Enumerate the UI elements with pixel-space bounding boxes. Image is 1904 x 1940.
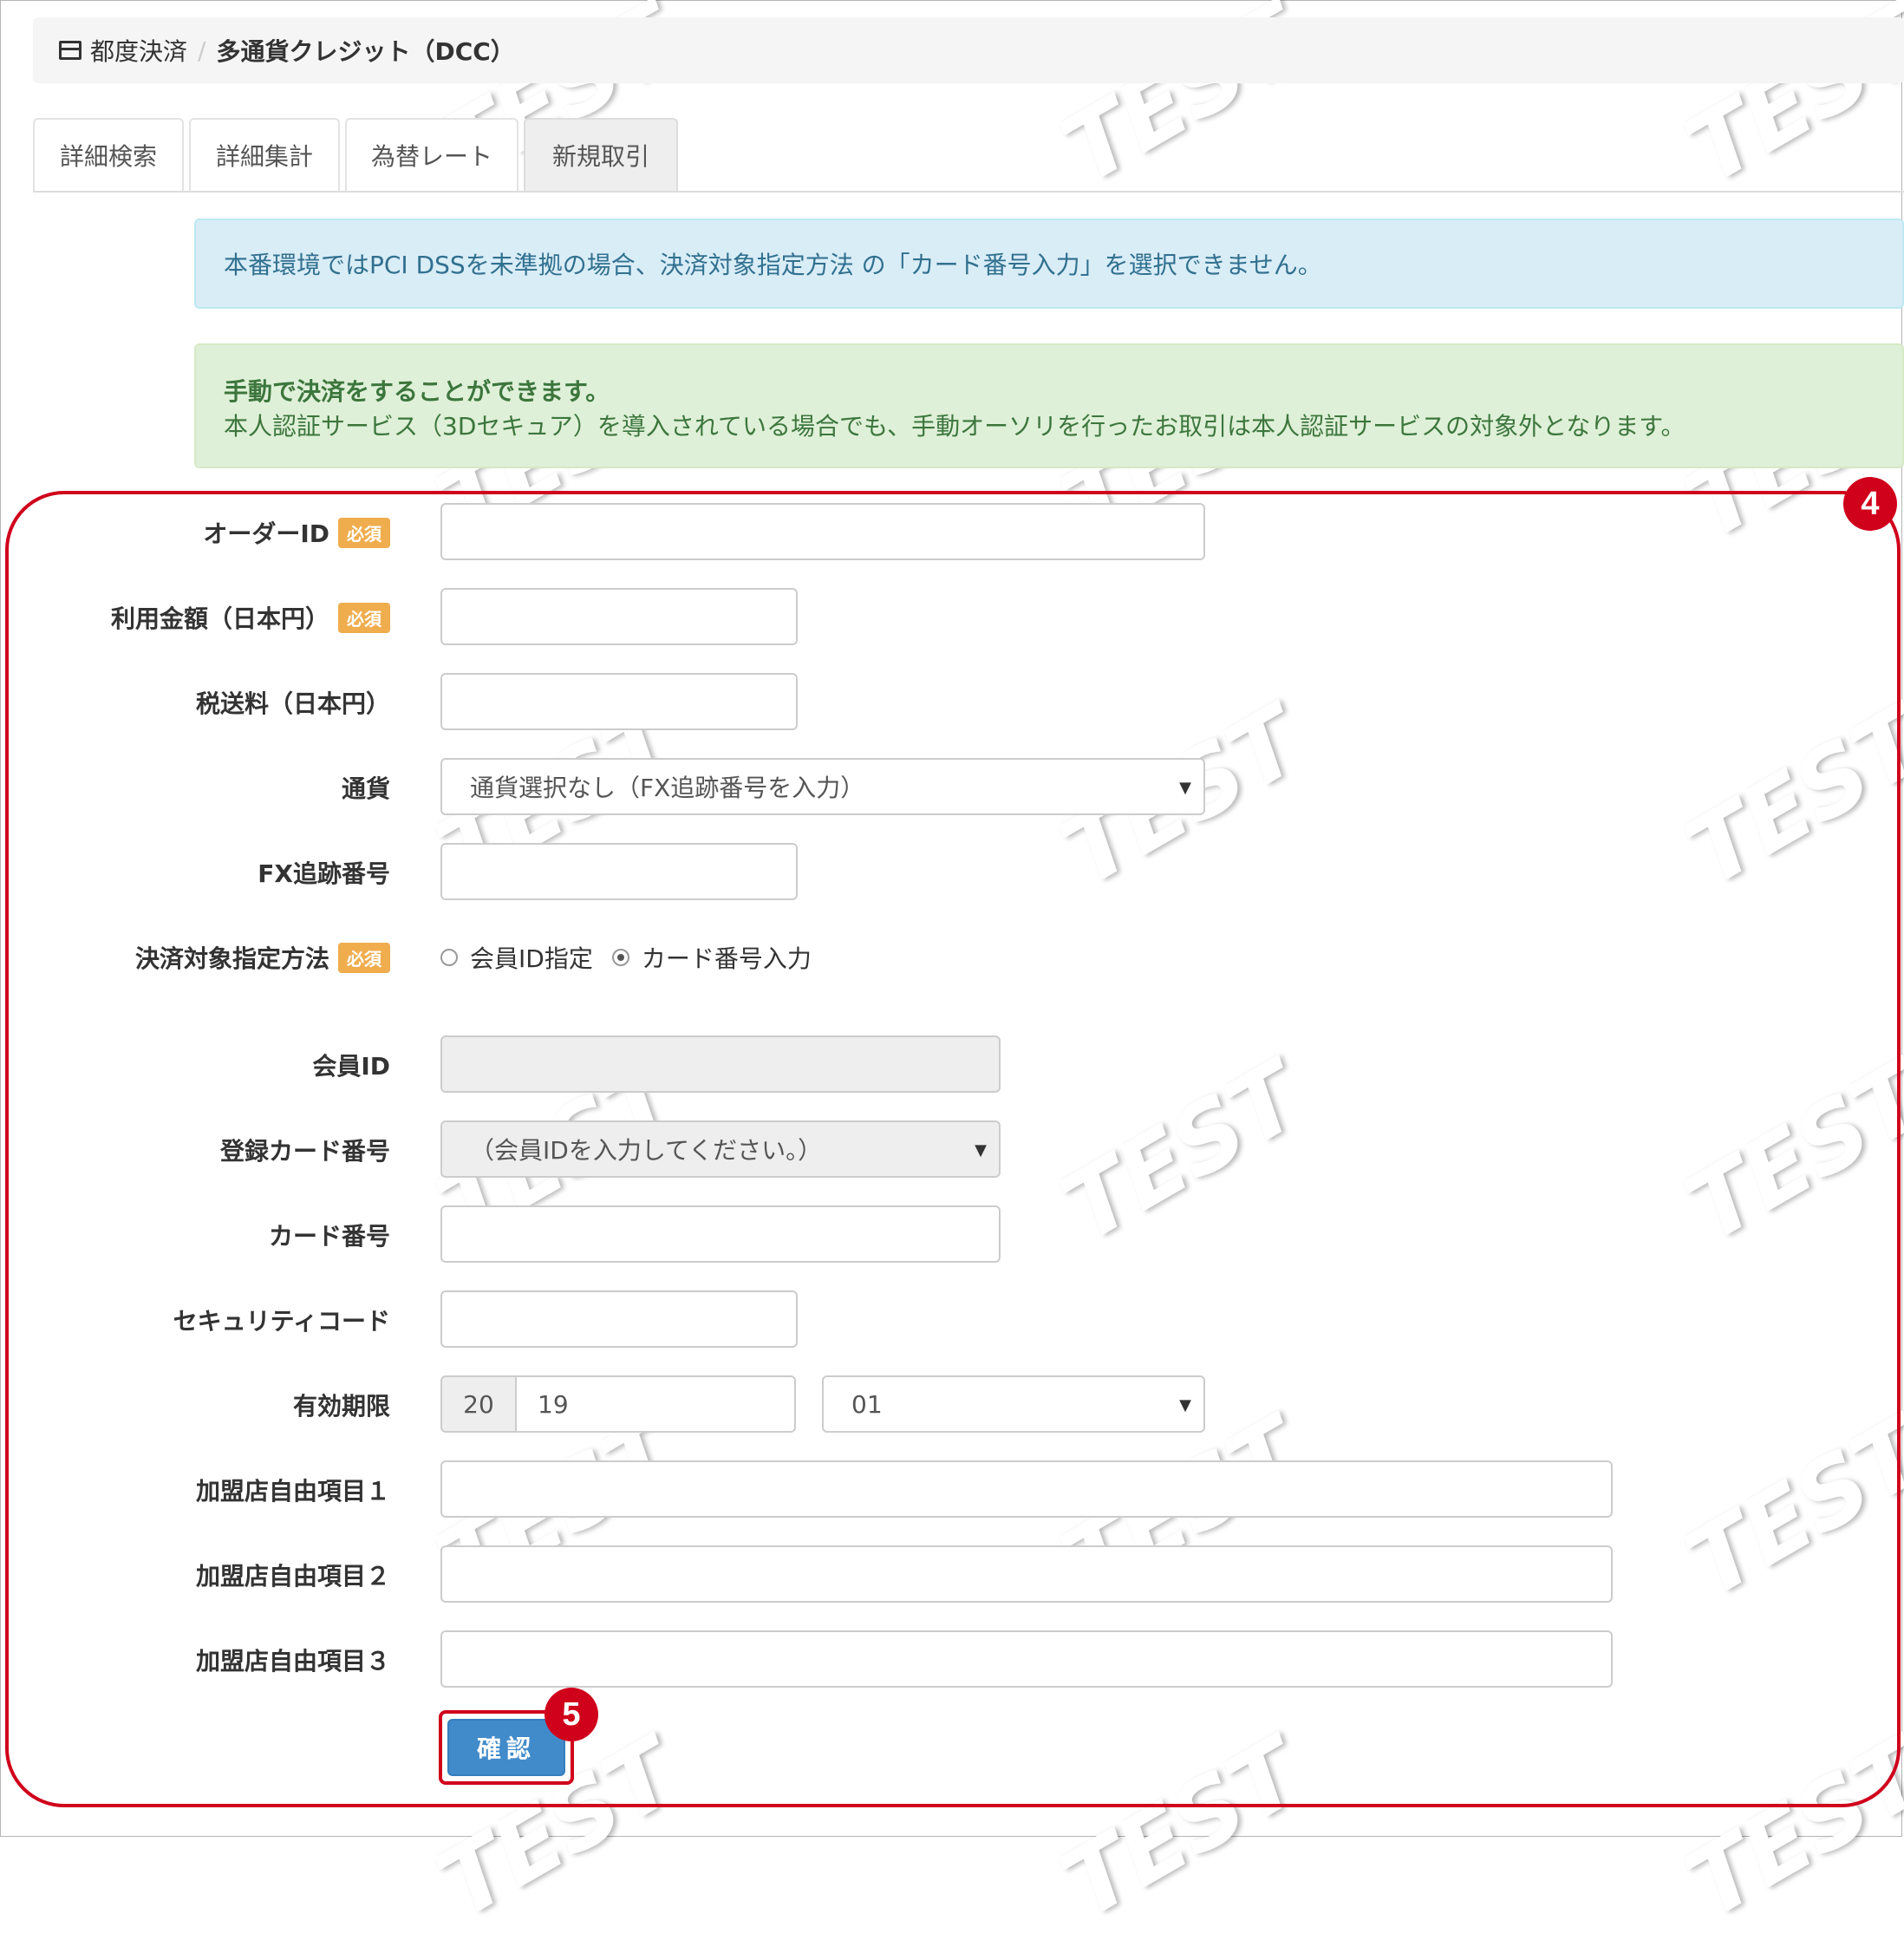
free2-input[interactable] bbox=[440, 1545, 1613, 1603]
free3-input[interactable] bbox=[440, 1630, 1613, 1688]
tax-input[interactable] bbox=[440, 673, 798, 730]
tab-detail-search[interactable]: 詳細検索 bbox=[33, 118, 184, 191]
form-row-free1: 加盟店自由項目１ bbox=[0, 1460, 1904, 1519]
amount-label-text: 利用金額（日本円） bbox=[110, 604, 329, 633]
payment-target-label-text: 決済対象指定方法 bbox=[134, 944, 329, 973]
success-alert-body: 本人認証サービス（3Dセキュア）を導入されている場合でも、手動オーソリを行ったお… bbox=[224, 412, 1686, 441]
registered-card-label: 登録カード番号 bbox=[219, 1137, 390, 1166]
currency-selected-value: 通貨選択なし（FX追跡番号を入力） bbox=[470, 774, 865, 802]
form-row-tax: 税送料（日本円） bbox=[0, 673, 1904, 732]
free1-label: 加盟店自由項目１ bbox=[195, 1477, 390, 1506]
card-number-input[interactable] bbox=[440, 1205, 1001, 1263]
breadcrumb-current: 多通貨クレジット（DCC） bbox=[216, 37, 515, 66]
form-row-currency: 通貨 通貨選択なし（FX追跡番号を入力） ▼ bbox=[0, 758, 1904, 817]
credit-card-icon bbox=[59, 41, 82, 60]
tab-detail-summary[interactable]: 詳細集計 bbox=[189, 118, 340, 191]
info-alert: 本番環境ではPCI DSSを未準拠の場合、決済対象指定方法 の「カード番号入力」… bbox=[194, 219, 1904, 309]
card-number-label: カード番号 bbox=[268, 1222, 390, 1251]
fx-tracking-label: FX追跡番号 bbox=[258, 859, 390, 888]
currency-select[interactable]: 通貨選択なし（FX追跡番号を入力） ▼ bbox=[440, 758, 1205, 815]
form-row-security-code: セキュリティコード bbox=[0, 1290, 1904, 1349]
form-row-card-number: カード番号 bbox=[0, 1205, 1904, 1264]
breadcrumb: 都度決済 / 多通貨クレジット（DCC） bbox=[33, 17, 1904, 83]
required-badge: 必須 bbox=[338, 517, 390, 548]
required-badge: 必須 bbox=[338, 602, 390, 633]
form-row-expiry: 有効期限 20 19 01 ▼ bbox=[0, 1375, 1904, 1434]
order-id-input[interactable] bbox=[440, 503, 1205, 560]
form-row-order-id: オーダーID 必須 bbox=[0, 503, 1904, 562]
tab-exchange-rate[interactable]: 為替レート bbox=[345, 118, 518, 191]
success-alert: 手動で決済をすることができます。 本人認証サービス（3Dセキュア）を導入されてい… bbox=[194, 343, 1904, 468]
form-row-free2: 加盟店自由項目２ bbox=[0, 1545, 1904, 1604]
radio-member-id[interactable] bbox=[440, 949, 458, 966]
breadcrumb-parent[interactable]: 都度決済 bbox=[90, 33, 187, 68]
fx-tracking-input[interactable] bbox=[440, 843, 798, 900]
security-code-label: セキュリティコード bbox=[173, 1307, 390, 1336]
form-row-payment-target: 決済対象指定方法 必須 会員ID指定 カード番号入力 bbox=[0, 928, 1904, 987]
radio-member-id-label[interactable]: 会員ID指定 bbox=[470, 940, 593, 975]
chevron-down-icon: ▼ bbox=[975, 1141, 987, 1159]
form-row-free3: 加盟店自由項目３ bbox=[0, 1630, 1904, 1689]
order-id-label: オーダーID 必須 bbox=[203, 503, 390, 562]
payment-target-label: 決済対象指定方法 必須 bbox=[135, 928, 390, 987]
member-id-label: 会員ID bbox=[312, 1052, 390, 1081]
tax-label: 税送料（日本円） bbox=[195, 689, 390, 718]
security-code-input[interactable] bbox=[440, 1290, 798, 1348]
registered-card-selected-value: （会員IDを入力してください。） bbox=[470, 1136, 823, 1165]
tab-new-transaction[interactable]: 新規取引 bbox=[524, 118, 678, 191]
form-row-fx-tracking: FX追跡番号 bbox=[0, 843, 1904, 902]
registered-card-select[interactable]: （会員IDを入力してください。） ▼ bbox=[440, 1120, 1001, 1178]
free1-input[interactable] bbox=[440, 1460, 1613, 1518]
expiry-label: 有効期限 bbox=[292, 1392, 390, 1421]
radio-card-number[interactable] bbox=[611, 949, 629, 966]
currency-label: 通貨 bbox=[341, 774, 390, 803]
free2-label: 加盟店自由項目２ bbox=[195, 1562, 390, 1591]
expiry-year-prefix: 20 bbox=[440, 1375, 515, 1433]
expiry-month-select[interactable]: 01 ▼ bbox=[822, 1375, 1205, 1433]
required-badge: 必須 bbox=[338, 942, 390, 973]
chevron-down-icon: ▼ bbox=[1179, 1396, 1191, 1414]
free3-label: 加盟店自由項目３ bbox=[195, 1647, 390, 1675]
success-alert-title: 手動で決済をすることができます。 bbox=[224, 377, 610, 406]
member-id-input[interactable] bbox=[440, 1035, 1001, 1093]
radio-card-number-label[interactable]: カード番号入力 bbox=[642, 940, 812, 975]
expiry-month-selected-value: 01 bbox=[851, 1389, 883, 1419]
expiry-year-input[interactable]: 19 bbox=[515, 1375, 796, 1433]
amount-label: 利用金額（日本円） 必須 bbox=[111, 588, 390, 647]
form-row-amount: 利用金額（日本円） 必須 bbox=[0, 588, 1904, 647]
order-id-label-text: オーダーID bbox=[203, 519, 329, 548]
confirm-marker-badge: 5 bbox=[544, 1688, 598, 1741]
chevron-down-icon: ▼ bbox=[1179, 779, 1191, 797]
breadcrumb-separator: / bbox=[198, 36, 206, 65]
info-alert-text: 本番環境ではPCI DSSを未準拠の場合、決済対象指定方法 の「カード番号入力」… bbox=[224, 251, 1322, 279]
amount-input[interactable] bbox=[440, 588, 798, 645]
payment-target-radio-group: 会員ID指定 カード番号入力 bbox=[440, 928, 812, 987]
form-marker-badge: 4 bbox=[1843, 477, 1897, 531]
form-row-member-id: 会員ID bbox=[0, 1035, 1904, 1094]
form-row-registered-card: 登録カード番号 （会員IDを入力してください。） ▼ bbox=[0, 1120, 1904, 1179]
tab-bar: 詳細検索 詳細集計 為替レート 新規取引 bbox=[33, 118, 1904, 193]
